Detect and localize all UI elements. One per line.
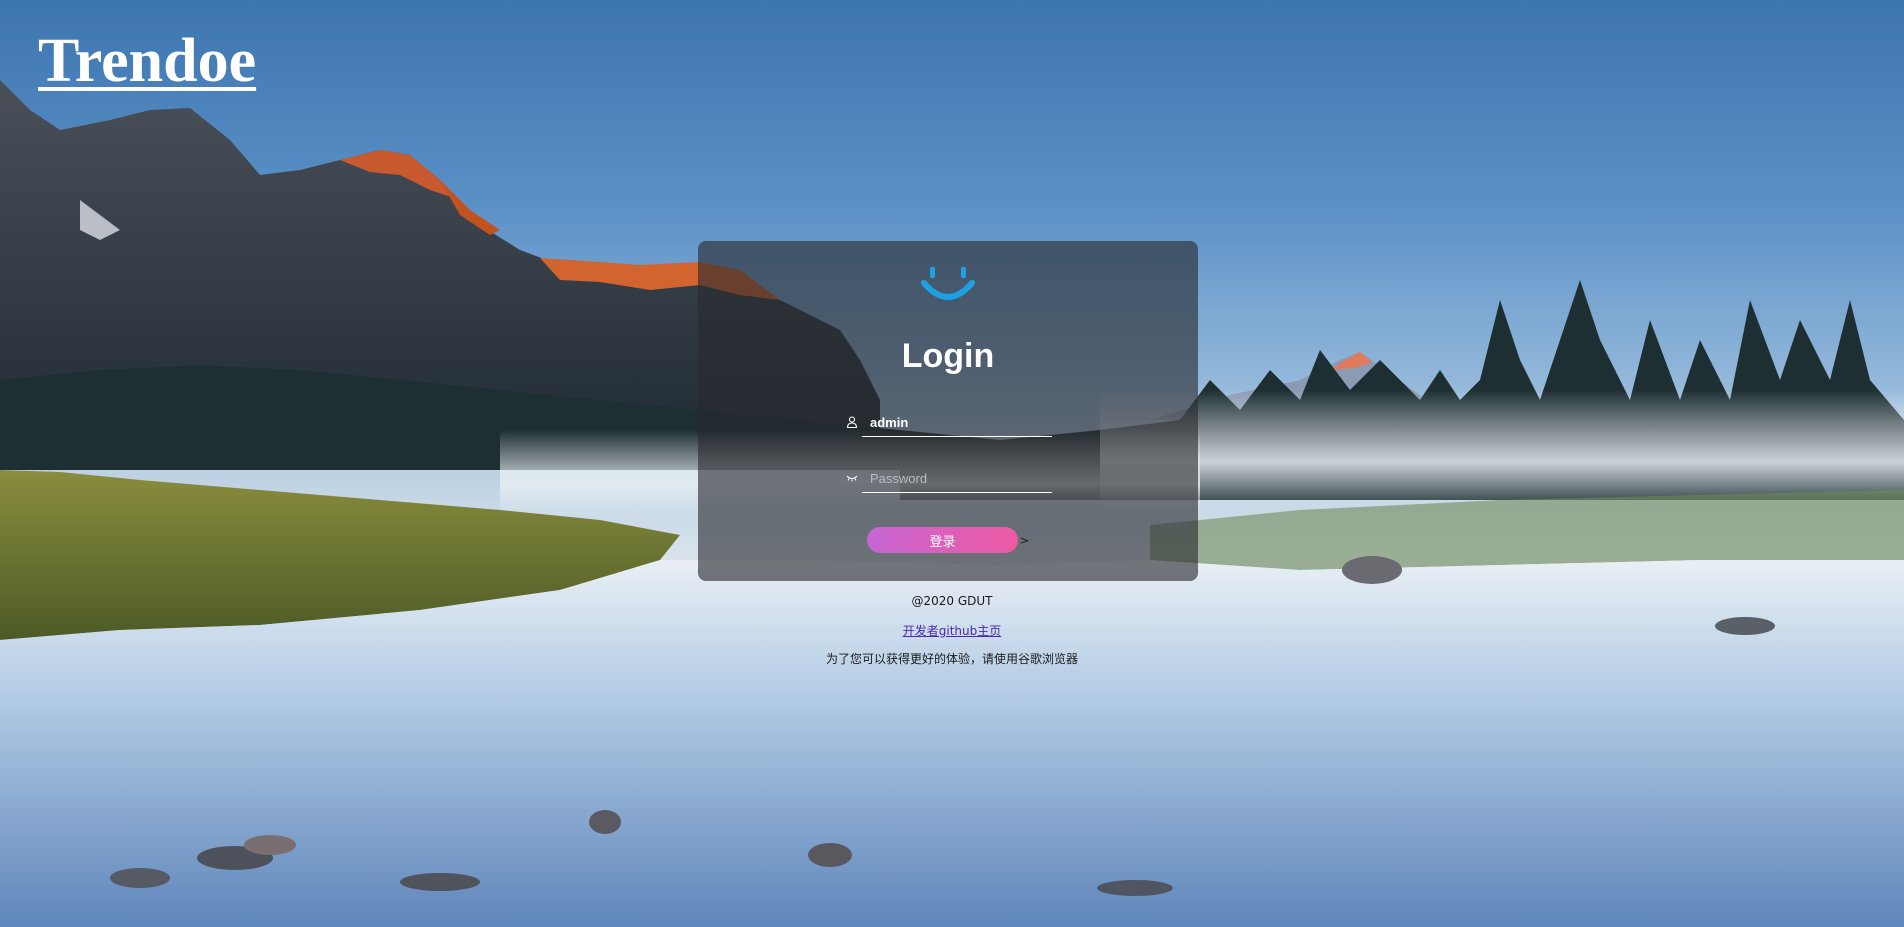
github-link[interactable]: 开发者github主页 [903,624,1002,638]
smile-icon [921,267,975,300]
login-button[interactable]: 登录 [867,527,1018,553]
github-link-row: 开发者github主页 [0,622,1904,639]
copyright-text: @2020 GDUT [911,594,993,608]
password-field-group [846,465,1054,495]
login-card: Login 登录 > [698,241,1198,581]
eye-closed-icon [846,475,858,482]
login-page: Trendoe Login 登录 > @2020 GDUT 开发者githu [0,0,1904,927]
login-title: Login [901,337,995,375]
brand-title[interactable]: Trendoe [38,30,256,92]
submit-arrow: > [1020,534,1030,547]
browser-tip: 为了您可以获得更好的体验，请使用谷歌浏览器 [825,652,1078,666]
username-field-group [846,409,1054,439]
password-input[interactable] [862,465,1052,493]
username-input[interactable] [862,409,1052,437]
user-icon [846,416,858,428]
